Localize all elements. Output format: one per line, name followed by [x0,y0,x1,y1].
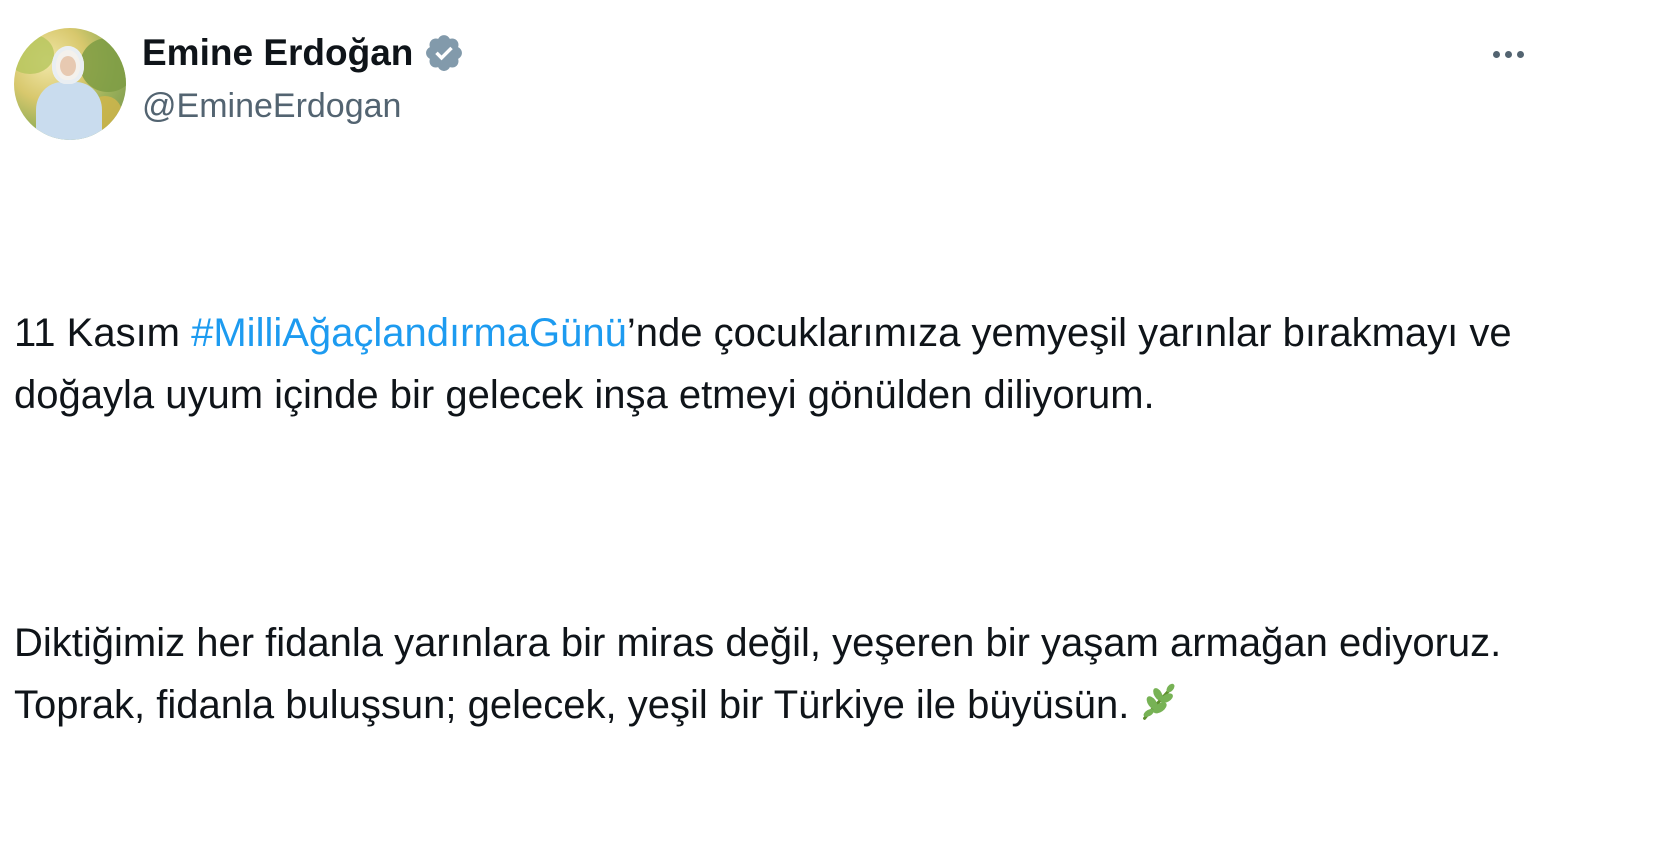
hashtag-link[interactable]: #MilliAğaçlandırmaGünü [191,311,627,355]
author-display-name[interactable]: Emine Erdoğan [142,28,413,78]
author-handle[interactable]: @EmineErdogan [142,84,401,128]
tweet-paragraph: 11 Kasım #MilliAğaçlandırmaGünü’nde çocu… [14,302,1634,426]
avatar-figure [60,56,76,76]
tweet-text: 11 Kasım #MilliAğaçlandırmaGünü’nde çocu… [14,178,1634,860]
herb-emoji-icon [1135,680,1181,726]
more-options-button[interactable] [1480,34,1536,74]
tweet-card: Emine Erdoğan @EmineErdogan 11 Kasım #Mi… [0,0,1663,727]
more-options-icon [1516,50,1524,58]
tweet-text-segment: 11 Kasım [14,311,192,355]
tweet-paragraph: Diktiğimiz her fidanla yarınlara bir mir… [14,612,1634,736]
more-options-icon [1492,50,1500,58]
verified-badge-icon[interactable] [423,32,465,74]
avatar-background [14,34,54,74]
avatar-figure [36,82,102,140]
more-options-icon [1504,50,1512,58]
tweet-text-segment: Diktiğimiz her fidanla yarınlara bir mir… [14,621,1512,727]
avatar[interactable] [14,28,126,140]
author-name-row: Emine Erdoğan [142,28,465,78]
